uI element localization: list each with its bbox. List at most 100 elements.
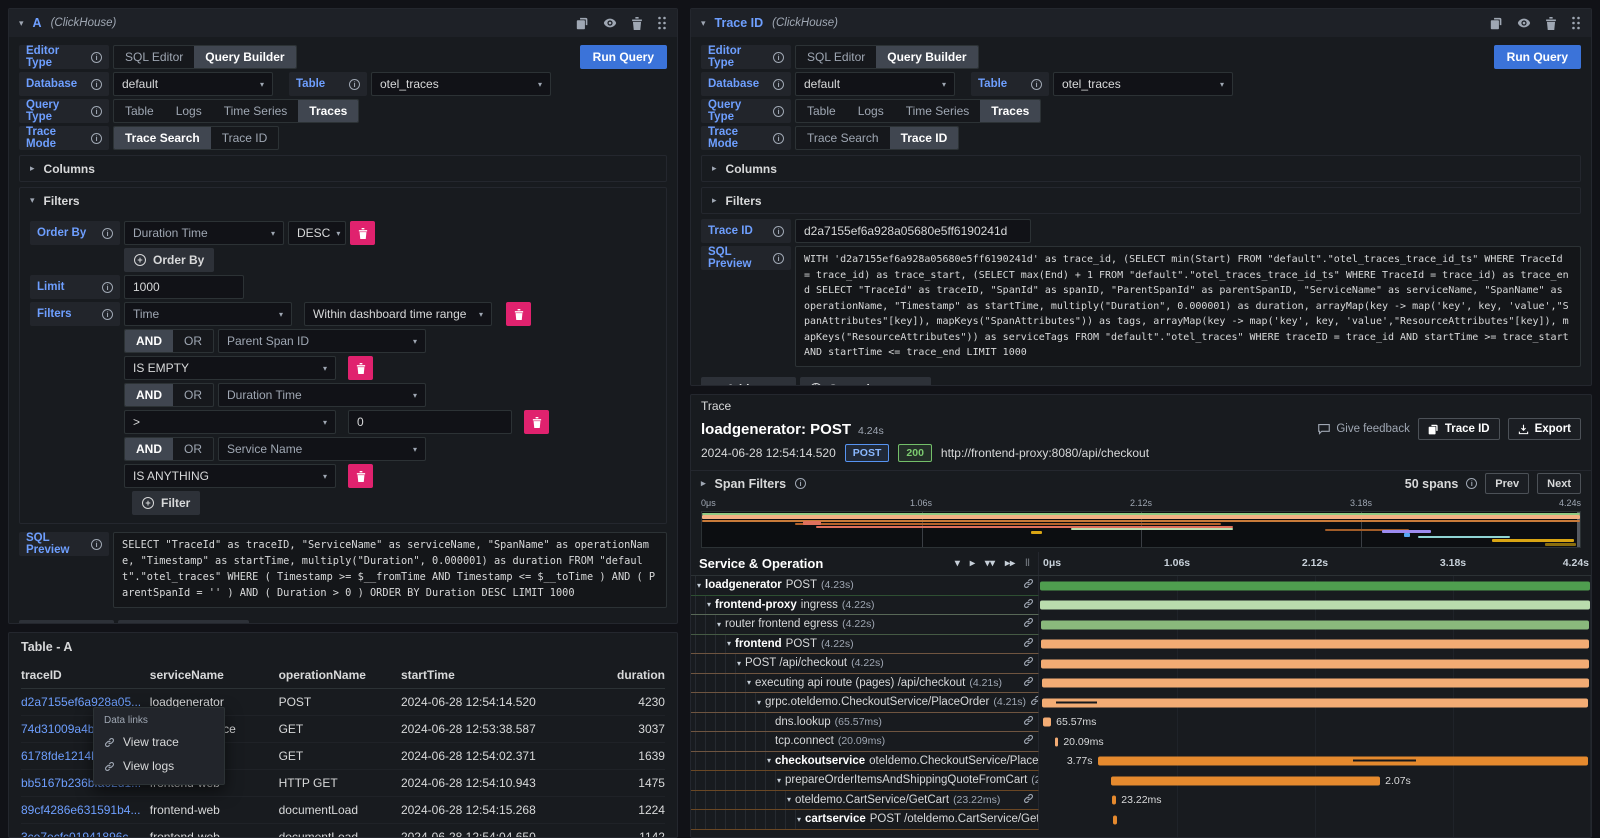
span-row[interactable]: ▾executing api route (pages) /api/checko… <box>691 674 1591 694</box>
sql-editor-option[interactable]: SQL Editor <box>796 46 876 68</box>
and-option[interactable]: AND <box>125 438 173 460</box>
query-type-table[interactable]: Table <box>796 100 847 122</box>
add-filter-button[interactable]: +Filter <box>132 491 200 515</box>
or-option[interactable]: OR <box>173 438 213 460</box>
column-header[interactable]: traceID <box>21 668 150 682</box>
info-icon[interactable]: i <box>91 539 102 550</box>
give-feedback-link[interactable]: Give feedback <box>1318 423 1410 435</box>
gantt-bar[interactable] <box>1041 659 1589 668</box>
export-button[interactable]: Export <box>1508 418 1581 440</box>
filter-value-input[interactable]: 0 <box>348 410 512 434</box>
span-row[interactable]: ▾cartservicePOST /oteldemo.CartService/G… <box>691 810 1591 830</box>
trace-minimap[interactable]: 0μs 1.06s 2.12s 3.18s 4.24s <box>701 498 1581 548</box>
collapse-one-icon[interactable]: ▾ <box>955 558 960 569</box>
filter-field-select[interactable]: Time▾ <box>124 302 292 326</box>
chevron-down-icon[interactable]: ▾ <box>747 678 751 687</box>
remove-filter-button[interactable] <box>348 356 373 380</box>
gantt-bar[interactable] <box>1040 601 1589 610</box>
span-row[interactable]: ▾POST /api/checkout(4.22s) <box>691 654 1591 674</box>
span-row[interactable]: ▾prepareOrderItemsAndShippingQuoteFromCa… <box>691 771 1591 791</box>
query-type-table[interactable]: Table <box>114 100 165 122</box>
order-by-direction-select[interactable]: DESC▾ <box>288 221 346 245</box>
link-icon[interactable] <box>1023 734 1038 748</box>
expand-all-icon[interactable]: ▸▸ <box>1005 558 1015 569</box>
info-icon[interactable]: i <box>773 106 784 117</box>
sql-editor-option[interactable]: SQL Editor <box>114 46 194 68</box>
link-icon[interactable] <box>1023 793 1038 807</box>
drag-handle-icon[interactable] <box>1571 16 1581 30</box>
chevron-down-icon[interactable]: ▾ <box>727 639 731 648</box>
filters-section-header[interactable]: ▾Filters <box>20 188 666 213</box>
column-header[interactable]: duration <box>568 668 665 682</box>
chevron-down-icon[interactable]: ▾ <box>797 815 801 824</box>
link-icon[interactable] <box>1023 676 1038 690</box>
database-select[interactable]: default▾ <box>113 72 273 96</box>
trace-id-link[interactable]: 3ce7ecfc01941896c... <box>21 830 150 838</box>
query-inspector-button[interactable]: iQuery inspector <box>800 377 931 387</box>
info-icon[interactable]: i <box>773 52 784 63</box>
or-option[interactable]: OR <box>173 330 213 352</box>
query-type-logs[interactable]: Logs <box>847 100 895 122</box>
chevron-down-icon[interactable]: ▾ <box>787 795 791 804</box>
link-icon[interactable] <box>1023 578 1038 592</box>
filter-field-select[interactable]: Service Name▾ <box>218 437 426 461</box>
span-row[interactable]: ▾loadgeneratorPOST(4.23s) <box>691 576 1591 596</box>
and-option[interactable]: AND <box>125 384 173 406</box>
info-icon[interactable]: i <box>773 253 784 264</box>
panel-title[interactable]: Table - A <box>9 633 677 661</box>
and-option[interactable]: AND <box>125 330 173 352</box>
hide-query-icon[interactable] <box>1517 16 1531 30</box>
chevron-down-icon[interactable]: ▾ <box>707 600 711 609</box>
trace-id-link[interactable]: 89cf4286e631591b4... <box>21 803 150 817</box>
span-row[interactable]: ▾checkoutserviceoteldemo.CheckoutService… <box>691 752 1591 772</box>
column-header[interactable]: operationName <box>279 668 401 682</box>
filter-operator-select[interactable]: >▾ <box>124 410 336 434</box>
remove-filter-button[interactable] <box>348 464 373 488</box>
column-header[interactable]: serviceName <box>150 668 279 682</box>
info-icon[interactable]: i <box>91 79 102 90</box>
chevron-down-icon[interactable]: ▾ <box>777 776 781 785</box>
info-icon[interactable]: i <box>773 133 784 144</box>
trace-id-button[interactable]: Trace ID <box>1418 418 1500 440</box>
run-query-button[interactable]: Run Query <box>1494 45 1581 69</box>
panel-title[interactable]: Trace <box>691 395 1591 417</box>
query-builder-option[interactable]: Query Builder <box>876 46 977 68</box>
or-option[interactable]: OR <box>173 384 213 406</box>
chevron-down-icon[interactable]: ▾ <box>737 659 741 668</box>
columns-section-header[interactable]: ▸Columns <box>702 156 1580 181</box>
collapse-all-icon[interactable]: ▾▾ <box>985 558 995 569</box>
info-icon[interactable]: i <box>102 228 113 239</box>
delete-query-icon[interactable] <box>631 17 643 30</box>
query-builder-option[interactable]: Query Builder <box>194 46 295 68</box>
run-query-button[interactable]: Run Query <box>580 45 667 69</box>
chevron-down-icon[interactable]: ▾ <box>757 698 761 707</box>
info-icon[interactable]: i <box>102 282 113 293</box>
view-trace-menu-item[interactable]: View trace <box>94 730 224 754</box>
trace-id-input[interactable]: d2a7155ef6a928a05680e5ff6190241d <box>795 219 1031 243</box>
info-icon[interactable]: i <box>795 478 806 489</box>
hide-query-icon[interactable] <box>603 16 617 30</box>
duplicate-query-icon[interactable] <box>576 17 589 30</box>
query-header[interactable]: ▾ Trace ID (ClickHouse) <box>691 9 1591 37</box>
gantt-bar[interactable] <box>1043 718 1051 727</box>
trace-id-option[interactable]: Trace ID <box>211 127 279 149</box>
chevron-down-icon[interactable]: ▾ <box>767 756 771 765</box>
gantt-bar[interactable] <box>1113 815 1117 824</box>
minimap-canvas[interactable] <box>701 511 1581 548</box>
add-order-by-button[interactable]: +Order By <box>124 248 214 272</box>
next-button[interactable]: Next <box>1537 473 1581 494</box>
add-query-button[interactable]: +Add query <box>19 620 114 624</box>
query-type-traces[interactable]: Traces <box>980 100 1040 122</box>
chevron-down-icon[interactable]: ▾ <box>697 581 701 590</box>
filter-field-select[interactable]: Parent Span ID▾ <box>218 329 426 353</box>
columns-section-header[interactable]: ▸Columns <box>20 156 666 181</box>
info-icon[interactable]: i <box>91 106 102 117</box>
span-row[interactable]: ▾frontend-proxyingress(4.22s) <box>691 596 1591 616</box>
trace-search-option[interactable]: Trace Search <box>796 127 890 149</box>
query-inspector-button[interactable]: iQuery inspector <box>118 620 249 624</box>
table-select[interactable]: otel_traces▾ <box>371 72 551 96</box>
gantt-bar[interactable] <box>1042 679 1589 688</box>
table-select[interactable]: otel_traces▾ <box>1053 72 1233 96</box>
column-header[interactable]: startTime <box>401 668 568 682</box>
trace-id-option[interactable]: Trace ID <box>890 127 959 149</box>
